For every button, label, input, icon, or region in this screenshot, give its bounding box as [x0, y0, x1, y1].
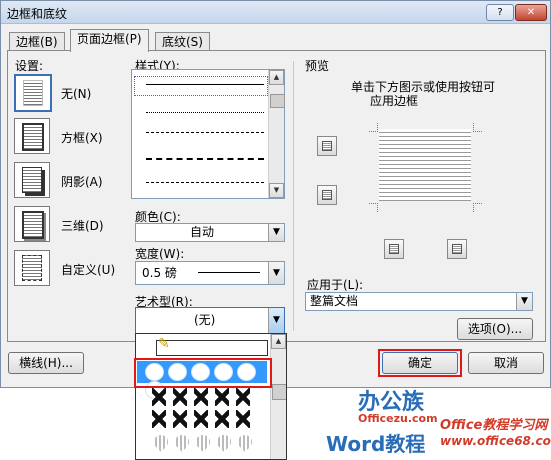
- tab-page-border[interactable]: 页面边框(P): [70, 29, 149, 52]
- figure-icon: [194, 388, 208, 406]
- preview-page[interactable]: [379, 129, 471, 201]
- style-scrollbar[interactable]: ▲ ▼: [268, 70, 285, 198]
- preview-heading: 预览: [305, 59, 330, 73]
- art-option-figures[interactable]: [138, 388, 266, 410]
- cancel-button[interactable]: 取消: [468, 352, 544, 374]
- style-solid-line[interactable]: [146, 84, 264, 85]
- pencil-icon: ✎: [158, 336, 170, 352]
- scroll-thumb[interactable]: [272, 384, 286, 400]
- heart-icon: [214, 431, 234, 452]
- figure-icon: [152, 410, 166, 428]
- setting-box-icon[interactable]: [14, 118, 50, 154]
- top-border-button[interactable]: [317, 136, 337, 156]
- apply-to-value: 整篇文档: [310, 294, 359, 308]
- site-name: Office教程学习网: [440, 418, 548, 433]
- settings-heading: 设置:: [15, 59, 44, 73]
- figure-icon: [173, 410, 187, 428]
- left-border-button[interactable]: [384, 239, 404, 259]
- art-list-scrollbar[interactable]: ▲: [270, 334, 286, 459]
- ok-highlight-box: [378, 349, 462, 377]
- style-dashed-line[interactable]: [146, 132, 264, 133]
- preview-corner: [369, 203, 378, 212]
- art-dropdown-list[interactable]: ✎ ▲: [135, 333, 287, 460]
- width-sample-line: [198, 272, 260, 273]
- bottom-border-button[interactable]: [317, 185, 337, 205]
- watermark-area: 办公族 Officezu.com Word教程 Office教程学习网 www.…: [318, 384, 551, 456]
- help-button[interactable]: ?: [486, 4, 514, 21]
- heart-icon: [193, 431, 213, 452]
- figure-icon: [152, 388, 166, 406]
- apply-to-label: 应用于(L):: [307, 278, 364, 292]
- heart-icon: [172, 431, 192, 452]
- site-url: www.office68.com: [440, 434, 551, 448]
- setting-none-label[interactable]: 无(N): [61, 85, 91, 102]
- options-button[interactable]: 选项(O)...: [457, 318, 533, 340]
- color-select[interactable]: 自动 ▼: [135, 223, 285, 242]
- width-value: 0.5 磅: [142, 266, 177, 280]
- width-label: 宽度(W):: [135, 247, 185, 261]
- preview-corner: [473, 203, 482, 212]
- setting-custom-label[interactable]: 自定义(U): [61, 261, 115, 278]
- art-selection-highlight-box: [134, 358, 272, 388]
- dialog-title: 边框和底纹: [7, 7, 68, 21]
- style-selected-row[interactable]: [134, 76, 268, 96]
- title-bar: 边框和底纹 ? ✕: [1, 1, 550, 24]
- preview-instruction-2: 应用边框: [370, 94, 419, 108]
- scroll-thumb[interactable]: [270, 94, 285, 108]
- horizontal-line-button[interactable]: 横线(H)...: [8, 352, 84, 374]
- tab-shading[interactable]: 底纹(S): [155, 32, 210, 51]
- scroll-up-icon[interactable]: ▲: [269, 70, 284, 85]
- style-dotted-line[interactable]: [146, 112, 264, 113]
- style-dash-dot-line[interactable]: [146, 182, 264, 183]
- figure-icon: [194, 410, 208, 428]
- tab-borders[interactable]: 边框(B): [9, 32, 65, 51]
- heart-icon: [235, 431, 255, 452]
- brand-logo-bottom: Word教程: [326, 432, 426, 456]
- scroll-up-icon[interactable]: ▲: [271, 334, 286, 349]
- figure-icon: [173, 388, 187, 406]
- scroll-down-icon[interactable]: ▼: [269, 183, 284, 198]
- setting-box-label[interactable]: 方框(X): [61, 129, 103, 146]
- art-value: (无): [194, 313, 216, 327]
- preview-divider: [293, 61, 294, 331]
- art-option-figures-2[interactable]: [138, 410, 266, 432]
- figure-icon: [236, 388, 250, 406]
- style-long-dash-line[interactable]: [146, 158, 264, 160]
- chevron-down-icon[interactable]: ▼: [516, 293, 532, 310]
- brand-url: Officezu.com: [358, 412, 438, 425]
- width-select[interactable]: 0.5 磅 ▼: [135, 261, 285, 285]
- setting-none-icon[interactable]: [14, 74, 52, 112]
- figure-icon: [236, 410, 250, 428]
- chevron-down-icon[interactable]: ▼: [268, 308, 284, 333]
- setting-shadow-icon[interactable]: [14, 162, 50, 198]
- right-border-button[interactable]: [447, 239, 467, 259]
- figure-icon: [215, 410, 229, 428]
- setting-3d-label[interactable]: 三维(D): [61, 217, 104, 234]
- figure-icon: [215, 388, 229, 406]
- color-value: 自动: [190, 225, 215, 239]
- style-list[interactable]: ▲ ▼: [131, 69, 285, 199]
- art-option-pencil[interactable]: ✎: [138, 336, 268, 358]
- art-option-hearts[interactable]: [138, 431, 266, 456]
- preview-corner: [369, 123, 378, 132]
- close-button[interactable]: ✕: [515, 4, 547, 21]
- heart-icon: [151, 431, 171, 452]
- setting-shadow-label[interactable]: 阴影(A): [61, 173, 103, 190]
- chevron-down-icon[interactable]: ▼: [268, 224, 284, 241]
- apply-to-select[interactable]: 整篇文档 ▼: [305, 292, 533, 311]
- setting-custom-icon[interactable]: [14, 250, 50, 286]
- borders-shading-dialog: 边框和底纹 ? ✕ 边框(B) 页面边框(P) 底纹(S) 设置: 无(N) 方…: [0, 0, 551, 388]
- art-select[interactable]: (无) ▼: [135, 307, 285, 334]
- preview-corner: [473, 123, 482, 132]
- setting-3d-icon[interactable]: [14, 206, 50, 242]
- chevron-down-icon[interactable]: ▼: [268, 262, 284, 284]
